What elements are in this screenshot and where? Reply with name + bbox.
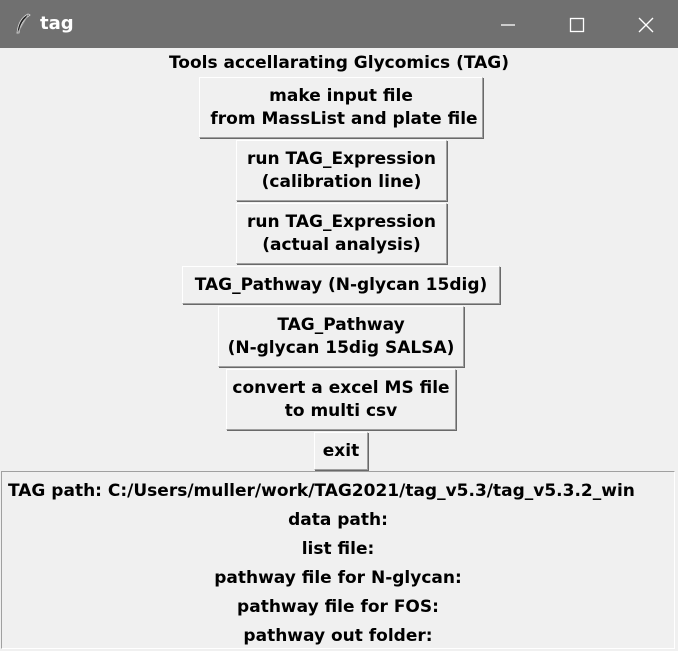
data-path-label: data path: — [288, 510, 388, 530]
run-tag-expression-calibration-button[interactable]: run TAG_Expression (calibration line) — [236, 140, 447, 201]
button-label-line2: to multi csv — [284, 400, 398, 421]
minimize-button[interactable] — [474, 0, 544, 48]
title-bar: tag — [0, 0, 678, 48]
button-label-line1: run TAG_Expression — [247, 148, 436, 169]
maximize-icon — [569, 17, 585, 33]
tag-pathway-15dig-button[interactable]: TAG_Pathway (N-glycan 15dig) — [182, 266, 500, 304]
pathway-fos-label: pathway file for FOS: — [237, 597, 439, 617]
tag-path-label: TAG path: C:/Users/muller/work/TAG2021/t… — [8, 481, 635, 501]
button-label-line1: make input file — [269, 85, 413, 106]
button-label-line2: (N-glycan 15dig SALSA) — [227, 337, 455, 358]
close-button[interactable] — [612, 0, 678, 48]
app-heading: Tools accellarating Glycomics (TAG) — [168, 53, 510, 73]
pathway-nglycan-label: pathway file for N-glycan: — [214, 568, 462, 588]
button-label-line1: convert a excel MS file — [232, 377, 450, 398]
make-input-file-button[interactable]: make input file from MassList and plate … — [199, 77, 483, 138]
close-icon — [638, 17, 654, 33]
button-label: TAG_Pathway (N-glycan 15dig) — [194, 274, 488, 295]
button-label-line2: (actual analysis) — [262, 234, 421, 255]
run-tag-expression-actual-button[interactable]: run TAG_Expression (actual analysis) — [236, 203, 447, 264]
convert-excel-ms-button[interactable]: convert a excel MS file to multi csv — [226, 369, 456, 430]
button-label: exit — [322, 440, 360, 461]
minimize-icon — [501, 24, 515, 26]
pathway-out-folder-label: pathway out folder: — [243, 626, 433, 646]
button-label-line1: run TAG_Expression — [247, 211, 436, 232]
maximize-button[interactable] — [543, 0, 613, 48]
list-file-label: list file: — [301, 539, 375, 559]
feather-icon — [16, 13, 31, 35]
button-label-line2: (calibration line) — [261, 171, 422, 192]
button-label-line1: TAG_Pathway — [277, 314, 405, 335]
tag-pathway-15dig-salsa-button[interactable]: TAG_Pathway (N-glycan 15dig SALSA) — [218, 306, 464, 367]
window-title: tag — [40, 13, 74, 34]
exit-button[interactable]: exit — [314, 432, 368, 470]
info-panel: TAG path: C:/Users/muller/work/TAG2021/t… — [1, 471, 675, 649]
button-label-line2: from MassList and plate file — [204, 108, 478, 129]
